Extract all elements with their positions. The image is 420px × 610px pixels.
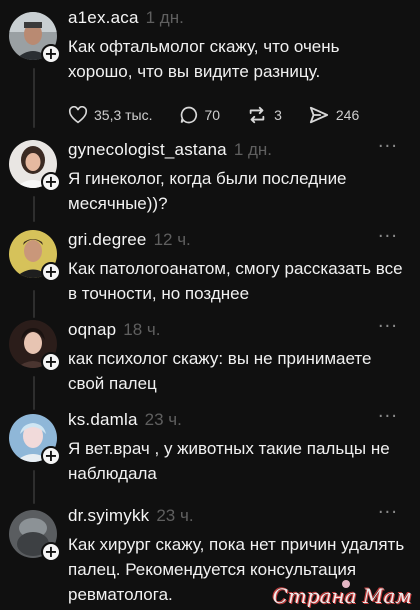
- follow-plus-icon[interactable]: +: [41, 542, 61, 562]
- follow-plus-icon[interactable]: +: [41, 44, 61, 64]
- username[interactable]: ks.damla: [68, 410, 138, 430]
- username[interactable]: oqnap: [68, 320, 116, 340]
- comment-text: как психолог скажу: вы не принимаете сво…: [68, 349, 372, 393]
- avatar[interactable]: +: [9, 12, 61, 64]
- avatar[interactable]: +: [9, 140, 61, 192]
- username[interactable]: gri.degree: [68, 230, 147, 250]
- comment-text: Я гинеколог, когда были последние месячн…: [68, 169, 347, 213]
- comment-text: Как патологоанатом, смогу рассказать все…: [68, 259, 403, 303]
- reply-count: 70: [204, 107, 221, 123]
- like-button[interactable]: 35,3 тыс.: [68, 106, 153, 124]
- timestamp: 1 дн.: [233, 140, 273, 159]
- timestamp: 23 ч.: [144, 410, 182, 429]
- comment: + a1ex.aca 1 дн. Как офтальмолог скажу, …: [0, 4, 420, 130]
- comment-text: Как офтальмолог скажу, что очень хорошо,…: [68, 37, 340, 81]
- watermark-logo: Страна Мам: [272, 584, 412, 608]
- reply-button[interactable]: 70: [179, 105, 221, 125]
- repost-icon: [249, 106, 265, 124]
- timestamp: 1 дн.: [145, 8, 184, 27]
- timestamp: 23 ч.: [156, 506, 194, 525]
- avatar[interactable]: +: [9, 510, 61, 562]
- follow-plus-icon[interactable]: +: [41, 352, 61, 372]
- username[interactable]: a1ex.aca: [68, 8, 139, 28]
- timestamp: 12 ч.: [153, 230, 191, 249]
- more-dots-icon[interactable]: ···: [378, 318, 398, 336]
- repost-button[interactable]: 3: [246, 105, 282, 125]
- send-icon: [309, 106, 328, 124]
- comment: + gynecologist_astana 1 дн. ··· Я гинеко…: [0, 136, 420, 216]
- follow-plus-icon[interactable]: +: [41, 172, 61, 192]
- action-bar: 35,3 тыс. 70 3 246: [68, 100, 385, 130]
- follow-plus-icon[interactable]: +: [41, 262, 61, 282]
- more-dots-icon[interactable]: ···: [378, 504, 398, 522]
- username[interactable]: dr.syimykk: [68, 506, 149, 526]
- comment: + gri.degree 12 ч. ··· Как патологоанато…: [0, 226, 420, 306]
- comment: + ks.damla 23 ч. ··· Я вет.врач , у живо…: [0, 406, 420, 492]
- comment-text: Я вет.врач , у животных такие пальцы не …: [68, 439, 390, 483]
- avatar[interactable]: +: [9, 320, 61, 372]
- speech-bubble-icon: [180, 106, 197, 124]
- like-count: 35,3 тыс.: [94, 107, 153, 123]
- heart-icon: [68, 106, 88, 124]
- share-button[interactable]: 246: [308, 105, 359, 125]
- more-dots-icon[interactable]: ···: [378, 138, 398, 156]
- follow-plus-icon[interactable]: +: [41, 446, 61, 466]
- username[interactable]: gynecologist_astana: [68, 140, 227, 160]
- avatar[interactable]: +: [9, 414, 61, 466]
- timestamp: 18 ч.: [123, 320, 161, 339]
- comment: + oqnap 18 ч. ··· как психолог скажу: вы…: [0, 316, 420, 396]
- repost-count: 3: [274, 107, 282, 123]
- more-dots-icon[interactable]: ···: [378, 228, 398, 246]
- avatar[interactable]: +: [9, 230, 61, 282]
- more-dots-icon[interactable]: ···: [378, 408, 398, 426]
- share-count: 246: [335, 107, 360, 123]
